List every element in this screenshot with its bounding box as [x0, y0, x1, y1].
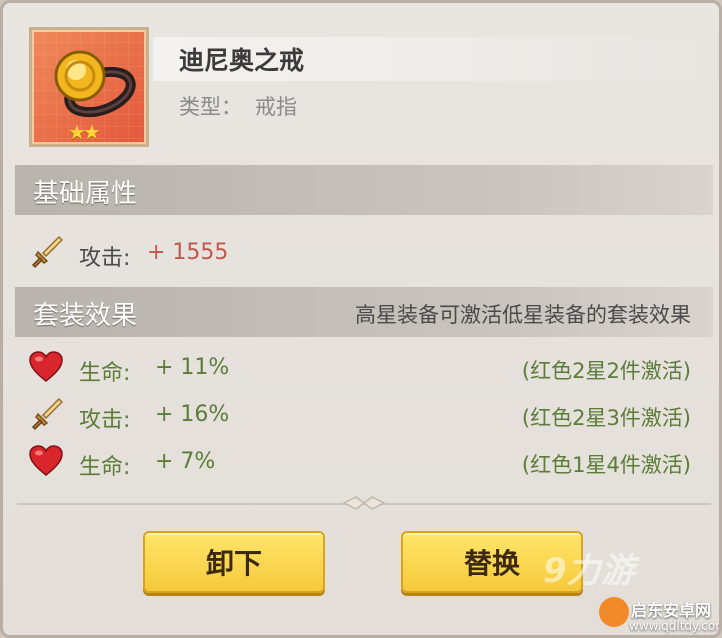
item-type-value: 戒指	[255, 95, 297, 119]
watermark-url: www.qdltdy.com	[629, 619, 722, 633]
heart-icon	[29, 351, 63, 382]
set-row-1-condition: (红色2星2件激活)	[521, 359, 691, 383]
watermark-site: 启东安卓网	[631, 601, 712, 620]
base-stat-value: + 1555	[147, 240, 229, 265]
set-row-3-label: 生命:	[79, 455, 131, 480]
set-row-1-label: 生命:	[79, 361, 131, 386]
star-rating: ★★	[68, 120, 101, 144]
item-name: 迪尼奥之戒	[179, 46, 305, 75]
sword-icon	[31, 397, 63, 431]
set-effect-title: 套装效果	[33, 301, 138, 331]
base-stat-label: 攻击:	[79, 246, 131, 271]
set-row-2-label: 攻击:	[79, 408, 131, 433]
item-detail-panel: ★★ 迪尼奥之戒 类型： 戒指 基础属性 攻击: + 1555 套装效果 高星装…	[0, 0, 722, 638]
ring-item-icon: ★★	[29, 27, 149, 147]
heart-icon	[29, 445, 63, 476]
divider-ornament	[342, 496, 386, 510]
watermark-badge-icon	[599, 597, 629, 627]
item-type-label: 类型：	[179, 95, 242, 119]
unequip-button[interactable]: 卸下	[143, 531, 325, 593]
set-row-2-condition: (红色2星3件激活)	[521, 406, 691, 430]
set-effect-note: 高星装备可激活低星装备的套装效果	[355, 303, 691, 327]
set-row-2-value: + 16%	[155, 402, 230, 427]
ring-icon	[54, 50, 136, 118]
watermark-logo: 9力游	[543, 551, 635, 591]
base-attributes-title: 基础属性	[33, 179, 138, 209]
sword-icon	[31, 235, 63, 269]
set-row-3-condition: (红色1星4件激活)	[521, 453, 691, 477]
set-row-1-value: + 11%	[155, 355, 230, 380]
set-row-3-value: + 7%	[155, 449, 216, 474]
